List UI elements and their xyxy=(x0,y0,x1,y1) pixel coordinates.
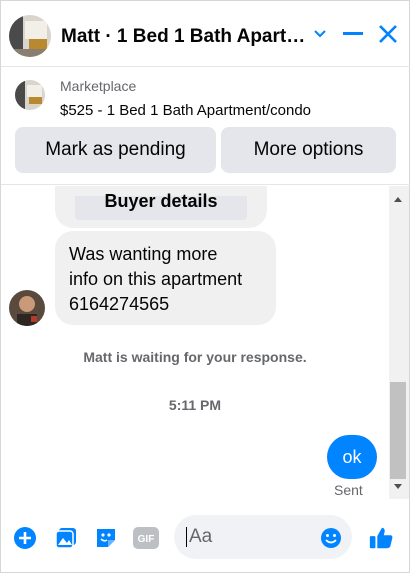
more-options-button[interactable]: More options xyxy=(221,127,396,173)
listing-title[interactable]: $525 - 1 Bed 1 Bath Apartment/condo xyxy=(60,102,311,119)
sender-avatar[interactable] xyxy=(9,290,45,326)
chat-window: Matt · 1 Bed 1 Bath Apartm... Marketplac… xyxy=(0,0,410,573)
conversation-area: Buyer details Was wanting more info on t… xyxy=(1,186,389,499)
scroll-down-arrow-icon[interactable] xyxy=(394,484,402,489)
text-caret xyxy=(186,527,187,547)
chat-header: Matt · 1 Bed 1 Bath Apartm... xyxy=(1,1,410,67)
sticker-icon[interactable] xyxy=(93,525,119,551)
incoming-message: Was wanting more info on this apartment … xyxy=(55,231,276,325)
waiting-status: Matt is waiting for your response. xyxy=(83,349,307,365)
scrollbar-thumb[interactable] xyxy=(390,382,406,479)
chat-title[interactable]: Matt · 1 Bed 1 Bath Apartm... xyxy=(61,26,306,48)
close-icon[interactable] xyxy=(373,19,403,49)
buyer-details-card: Buyer details xyxy=(55,186,267,228)
emoji-icon[interactable] xyxy=(318,525,344,551)
mark-as-pending-button[interactable]: Mark as pending xyxy=(15,127,216,173)
listing-avatar[interactable] xyxy=(9,15,51,57)
add-icon[interactable] xyxy=(12,525,38,551)
outgoing-message: ok xyxy=(327,435,377,479)
timestamp: 5:11 PM xyxy=(168,397,222,413)
chevron-down-icon[interactable] xyxy=(305,19,335,49)
photo-icon[interactable] xyxy=(53,525,79,551)
scroll-up-arrow-icon[interactable] xyxy=(394,197,402,202)
sent-indicator: Sent xyxy=(334,482,363,498)
like-icon[interactable] xyxy=(368,525,394,551)
message-line: Was wanting more xyxy=(69,244,218,264)
message-input-placeholder: Aa xyxy=(189,526,213,547)
marketplace-label: Marketplace xyxy=(60,78,137,94)
minimize-icon[interactable] xyxy=(338,19,368,49)
gif-icon[interactable]: GIF xyxy=(133,525,159,551)
message-line: info on this apartment xyxy=(69,269,243,289)
message-composer: GIF Aa xyxy=(1,499,410,573)
svg-text:GIF: GIF xyxy=(138,534,155,545)
buyer-details-button[interactable]: Buyer details xyxy=(75,192,247,220)
message-line: 6164274565 xyxy=(69,294,170,314)
listing-thumbnail[interactable] xyxy=(15,80,45,110)
marketplace-panel: Marketplace $525 - 1 Bed 1 Bath Apartmen… xyxy=(1,67,410,185)
